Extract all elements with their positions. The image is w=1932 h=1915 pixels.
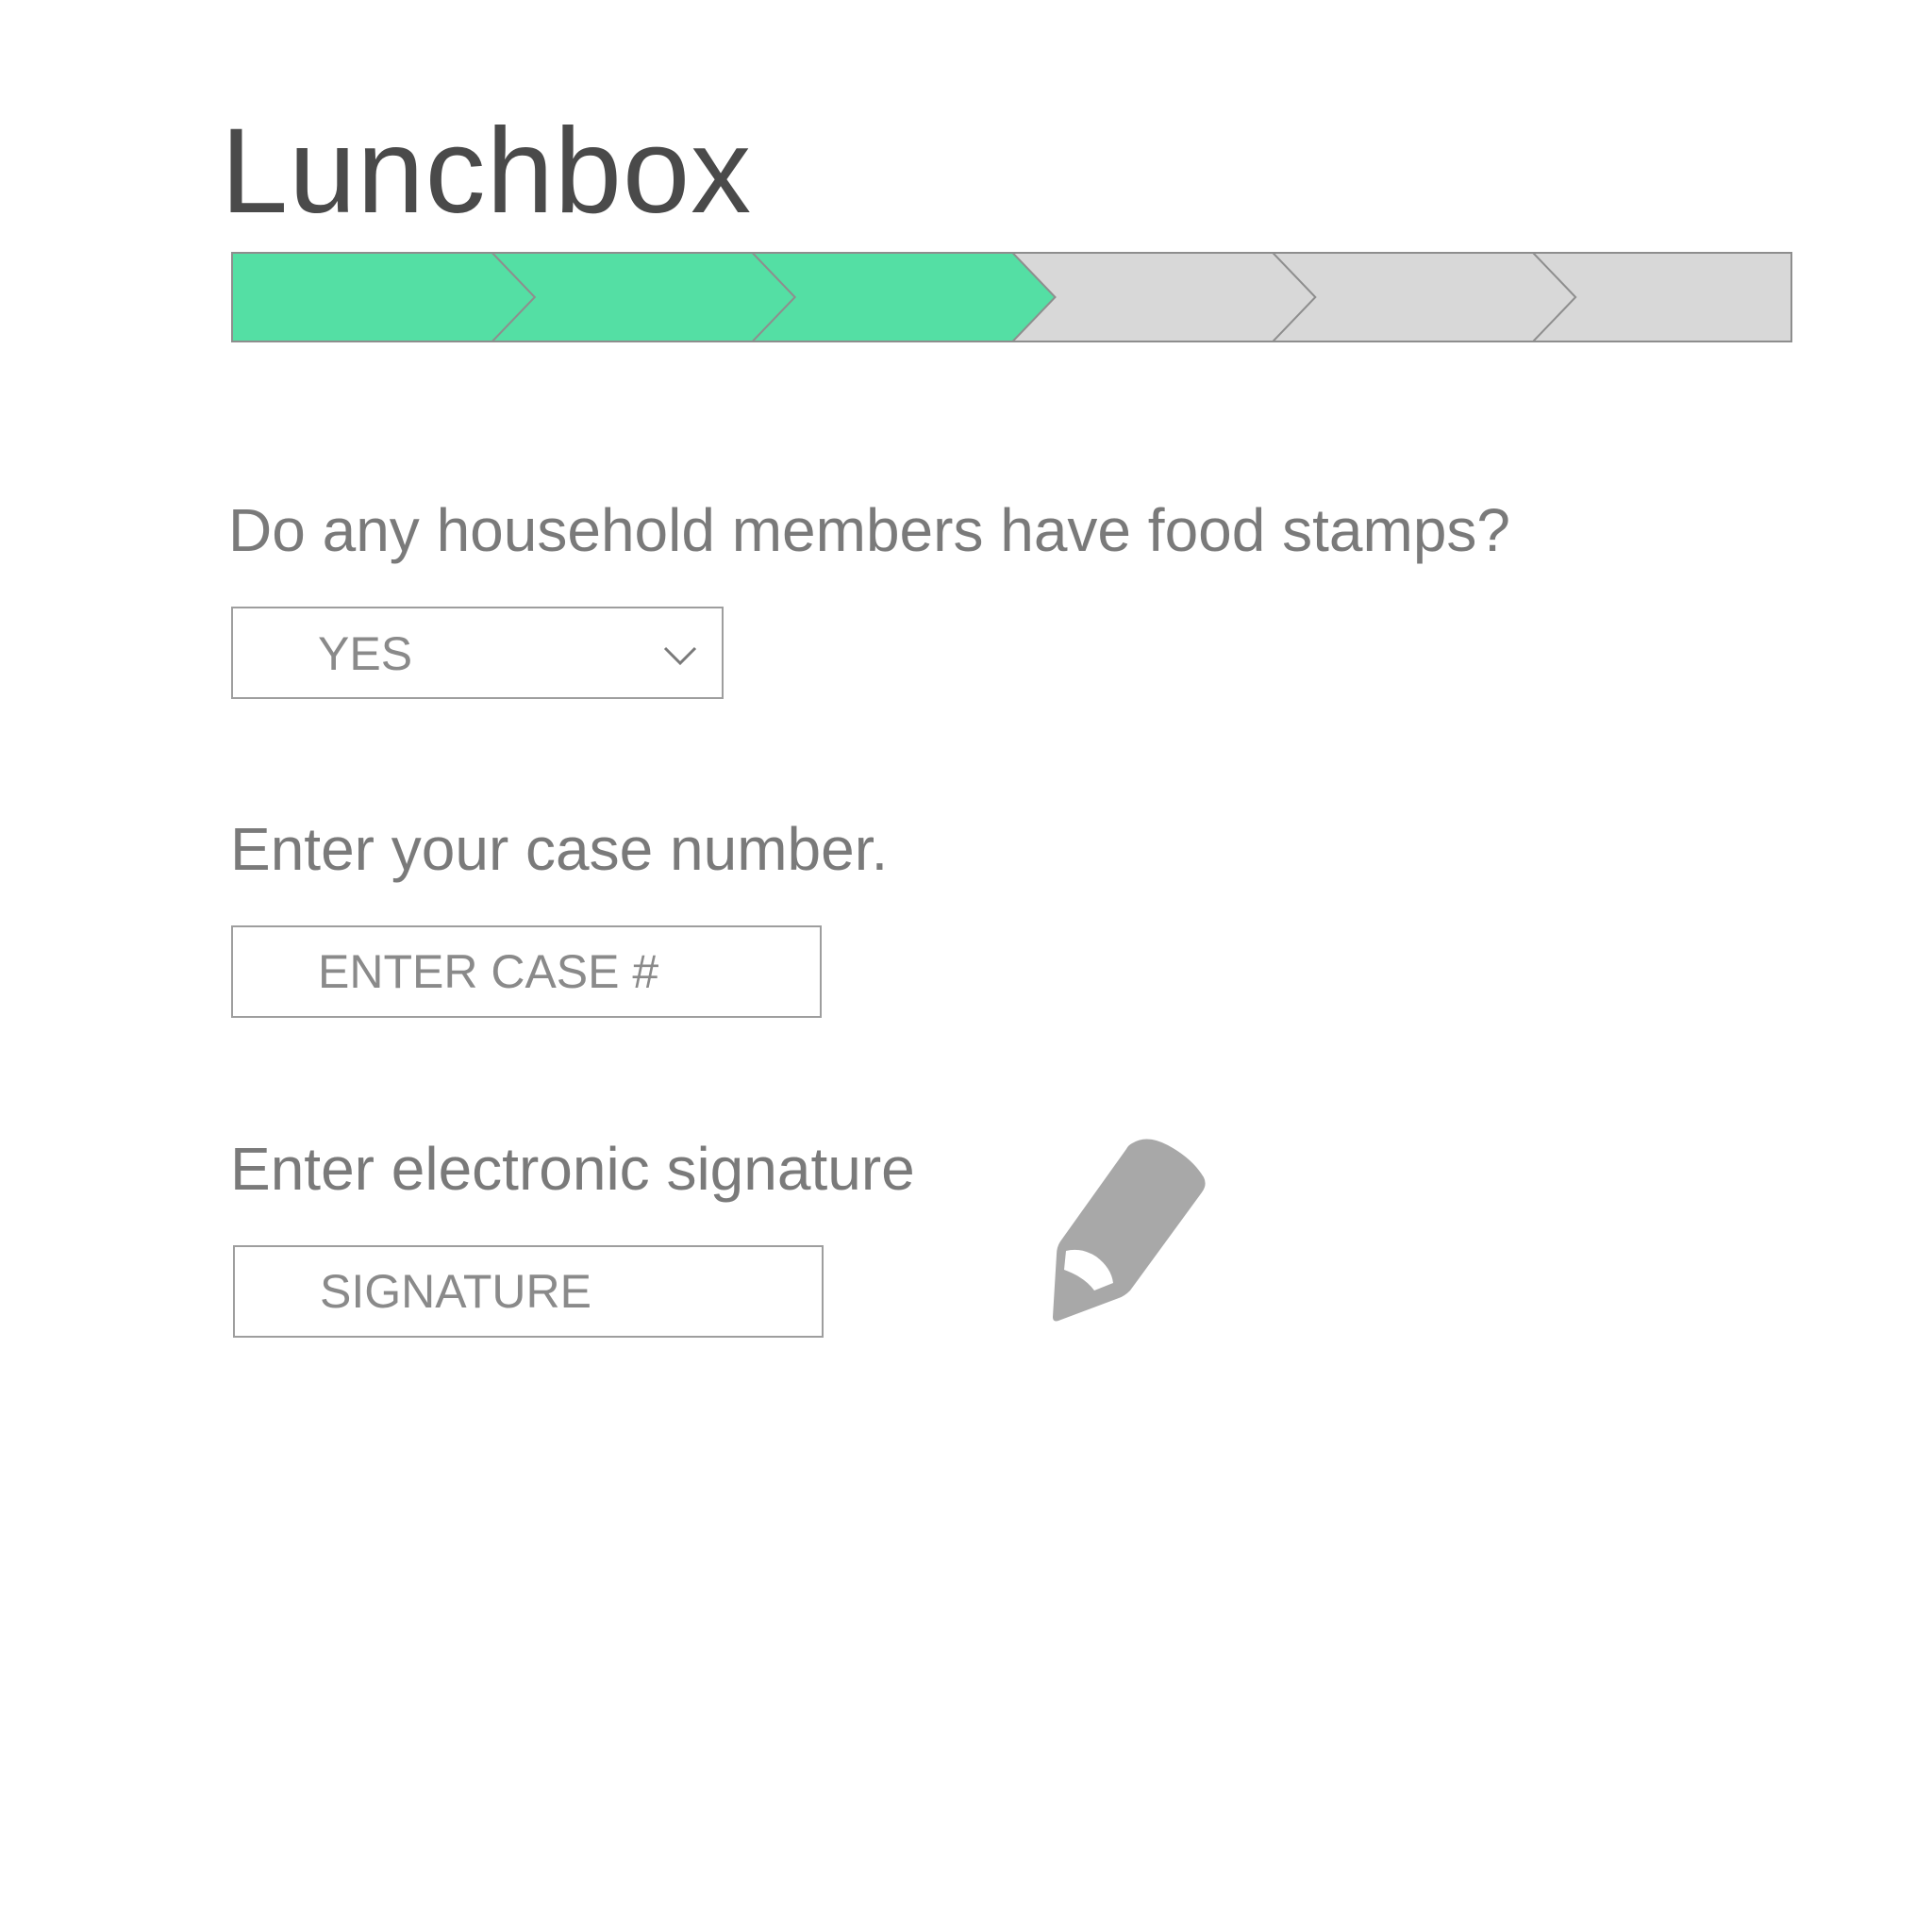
case-number-question: Enter your case number. xyxy=(230,815,889,883)
signature-input[interactable] xyxy=(233,1245,824,1338)
progress-stepper-graphic xyxy=(231,252,1792,342)
food-stamps-select[interactable]: YES xyxy=(231,607,724,699)
progress-step-5-pending xyxy=(1272,252,1576,342)
food-stamps-question: Do any household members have food stamp… xyxy=(228,496,1510,564)
app-title: Lunchbox xyxy=(221,104,753,239)
progress-stepper xyxy=(231,252,1792,342)
pencil-icon[interactable] xyxy=(1053,1136,1209,1324)
case-number-input[interactable] xyxy=(231,925,822,1018)
progress-step-3-completed xyxy=(751,252,1056,342)
progress-step-1-completed xyxy=(231,252,535,342)
food-stamps-selected-value: YES xyxy=(318,627,413,680)
progress-step-2-completed xyxy=(491,252,795,342)
signature-question: Enter electronic signature xyxy=(230,1135,915,1203)
progress-step-4-pending xyxy=(1011,252,1316,342)
chevron-down-icon xyxy=(663,646,697,666)
